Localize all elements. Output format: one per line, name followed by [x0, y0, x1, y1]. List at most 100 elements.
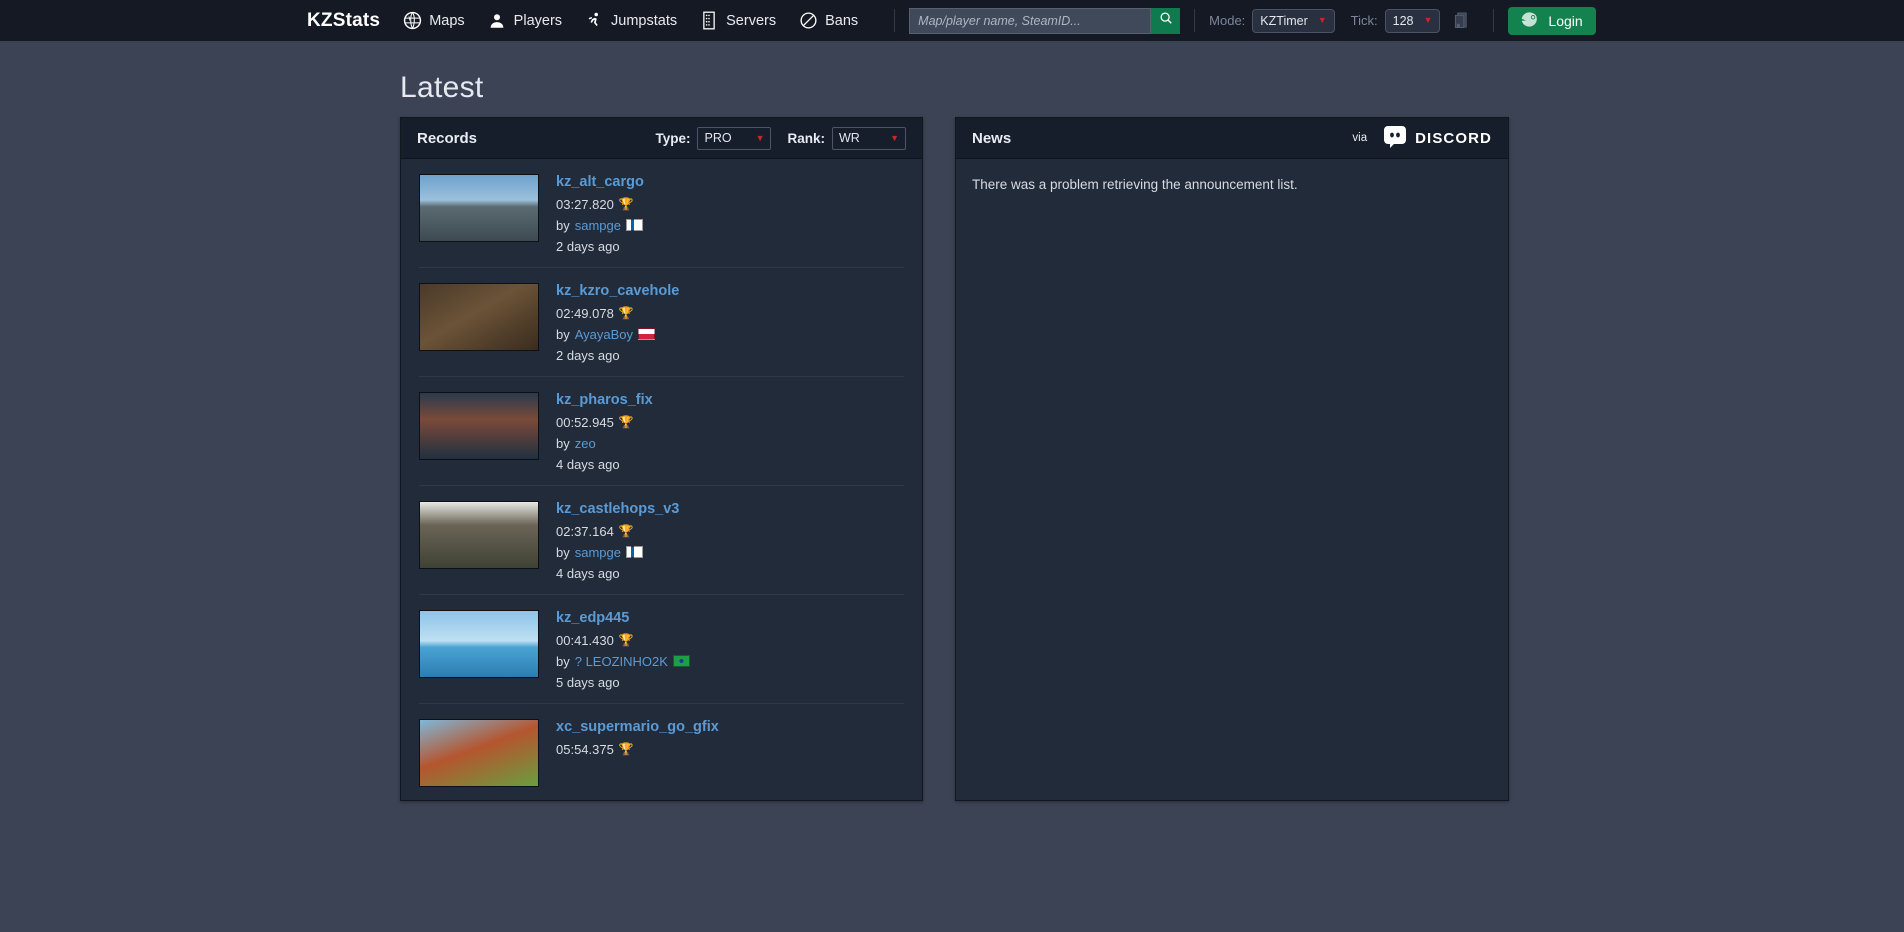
type-filter-value: PRO — [704, 131, 732, 145]
nav-item-players[interactable]: Players — [487, 11, 562, 31]
record-row: kz_castlehops_v3 02:37.164 🏆 by sampge 4 days… — [419, 486, 904, 595]
search-icon — [1159, 11, 1173, 30]
record-timestamp: 4 days ago — [556, 565, 620, 581]
country-flag-icon — [625, 546, 643, 559]
news-panel: News via DISCORD There was a problem ret… — [955, 117, 1509, 801]
record-row: kz_alt_cargo 03:27.820 🏆 by sampge 2 days ago — [419, 159, 904, 268]
trophy-icon: 🏆 — [618, 633, 634, 648]
record-time: 00:41.430 🏆 — [556, 633, 690, 648]
trophy-icon: 🏆 — [618, 742, 634, 757]
record-time: 00:52.945 🏆 — [556, 415, 653, 430]
record-info: kz_castlehops_v3 02:37.164 🏆 by sampge 4 days… — [556, 501, 679, 581]
discord-wordmark: DISCORD — [1415, 129, 1492, 147]
login-label: Login — [1548, 12, 1583, 29]
record-timestamp: 5 days ago — [556, 674, 620, 690]
news-panel-header: News via DISCORD — [956, 118, 1508, 159]
login-button[interactable]: Login — [1508, 6, 1596, 35]
nav-label-servers: Servers — [726, 12, 777, 29]
tick-select[interactable]: 128 ▼ — [1384, 8, 1441, 33]
country-flag-icon — [638, 328, 656, 341]
record-time: 03:27.820 🏆 — [556, 197, 644, 212]
type-filter-label: Type: — [655, 130, 691, 146]
news-title: News — [972, 129, 1012, 147]
record-player-link[interactable]: AyayaBoy — [575, 327, 633, 342]
rank-filter-value: WR — [839, 131, 860, 145]
server-icon — [699, 11, 719, 31]
chevron-down-icon: ▼ — [1423, 15, 1433, 25]
record-info: kz_pharos_fix 00:52.945 🏆 by zeo 4 days ago — [556, 392, 653, 472]
records-panel-header: Records Type: PRO ▼ Rank: WR ▼ — [401, 118, 922, 159]
record-author: by sampge — [556, 545, 679, 560]
via-label: via — [1352, 132, 1368, 144]
map-thumbnail[interactable] — [419, 174, 539, 242]
record-map-link[interactable]: kz_kzro_cavehole — [556, 283, 679, 300]
record-by-prefix: by — [556, 653, 570, 669]
type-filter-select[interactable]: PRO ▼ — [697, 126, 772, 150]
map-thumbnail[interactable] — [419, 718, 539, 787]
map-thumbnail[interactable] — [419, 391, 539, 460]
person-icon — [487, 11, 507, 31]
globe-icon — [402, 11, 422, 31]
record-info: kz_kzro_cavehole 02:49.078 🏆 by AyayaBoy 2 da… — [556, 283, 679, 363]
record-player-link[interactable]: zeo — [575, 436, 596, 451]
record-row: kz_edp445 00:41.430 🏆 by ? LEOZINHO2K 5 days … — [419, 595, 904, 704]
chevron-down-icon: ▼ — [755, 132, 765, 143]
nav-label-bans: Bans — [825, 12, 859, 29]
nav-label-maps: Maps — [429, 12, 465, 29]
record-map-link[interactable]: kz_pharos_fix — [556, 392, 653, 409]
ban-icon — [798, 11, 818, 31]
nav-divider-1 — [894, 9, 896, 32]
record-player-link[interactable]: ? LEOZINHO2K — [575, 654, 668, 669]
record-row: kz_kzro_cavehole 02:49.078 🏆 by AyayaBoy 2 da… — [419, 268, 904, 377]
record-time: 02:37.164 🏆 — [556, 524, 679, 539]
record-player-link[interactable]: sampge — [575, 218, 621, 233]
nav-item-maps[interactable]: Maps — [402, 11, 465, 31]
steam-icon — [1521, 11, 1540, 30]
rank-filter-select[interactable]: WR ▼ — [832, 126, 906, 150]
record-map-link[interactable]: kz_edp445 — [556, 610, 690, 627]
records-panel: Records Type: PRO ▼ Rank: WR ▼ kz_alt_ca… — [400, 117, 923, 801]
nav-divider-3 — [1493, 9, 1495, 32]
tick-value: 128 — [1392, 13, 1414, 28]
top-navbar: KZStats Maps Players Jumpstats Servers B… — [0, 0, 1904, 41]
page-title: Latest — [400, 71, 484, 104]
trophy-icon: 🏆 — [618, 415, 634, 430]
record-by-prefix: by — [556, 435, 570, 451]
mode-label: Mode: — [1209, 13, 1246, 28]
nav-item-bans[interactable]: Bans — [798, 11, 858, 31]
trophy-icon: 🏆 — [618, 524, 634, 539]
records-list: kz_alt_cargo 03:27.820 🏆 by sampge 2 days ago… — [401, 159, 922, 800]
record-time-value: 00:52.945 — [556, 414, 614, 430]
map-thumbnail[interactable] — [419, 282, 539, 351]
page-content: Latest Records Type: PRO ▼ Rank: WR ▼ kz… — [0, 71, 1904, 801]
content-columns: Records Type: PRO ▼ Rank: WR ▼ kz_alt_ca… — [400, 117, 1904, 801]
record-timestamp: 2 days ago — [556, 238, 620, 254]
nav-label-players: Players — [513, 12, 563, 29]
record-info: kz_alt_cargo 03:27.820 🏆 by sampge 2 days ago — [556, 174, 644, 254]
map-thumbnail[interactable] — [419, 500, 539, 569]
record-by-prefix: by — [556, 326, 570, 342]
mode-select[interactable]: KZTimer ▼ — [1252, 8, 1335, 33]
record-time-value: 03:27.820 — [556, 196, 614, 212]
chevron-down-icon: ▼ — [890, 132, 899, 143]
server-stack-icon[interactable] — [1454, 12, 1469, 29]
nav-item-jumpstats[interactable]: Jumpstats — [584, 11, 677, 31]
record-by-prefix: by — [556, 544, 570, 560]
rank-filter-label: Rank: — [787, 130, 825, 146]
record-map-link[interactable]: kz_alt_cargo — [556, 174, 644, 191]
mode-value: KZTimer — [1260, 13, 1308, 28]
nav-label-jumpstats: Jumpstats — [611, 12, 678, 29]
search-input[interactable] — [909, 7, 1152, 34]
record-player-link[interactable]: sampge — [575, 545, 621, 560]
brand-logo[interactable]: KZStats — [307, 10, 380, 32]
nav-item-servers[interactable]: Servers — [699, 11, 776, 31]
discord-source-link[interactable]: via DISCORD — [1352, 124, 1492, 153]
type-filter-group: Type: PRO ▼ — [655, 126, 772, 150]
map-thumbnail[interactable] — [419, 609, 539, 678]
record-map-link[interactable]: xc_supermario_go_gfix — [556, 719, 719, 736]
record-map-link[interactable]: kz_castlehops_v3 — [556, 501, 679, 518]
search-button[interactable] — [1151, 7, 1181, 34]
record-row: xc_supermario_go_gfix 05:54.375 🏆 — [419, 704, 904, 800]
news-panel-body: There was a problem retrieving the annou… — [956, 159, 1508, 214]
trophy-icon: 🏆 — [618, 306, 634, 321]
